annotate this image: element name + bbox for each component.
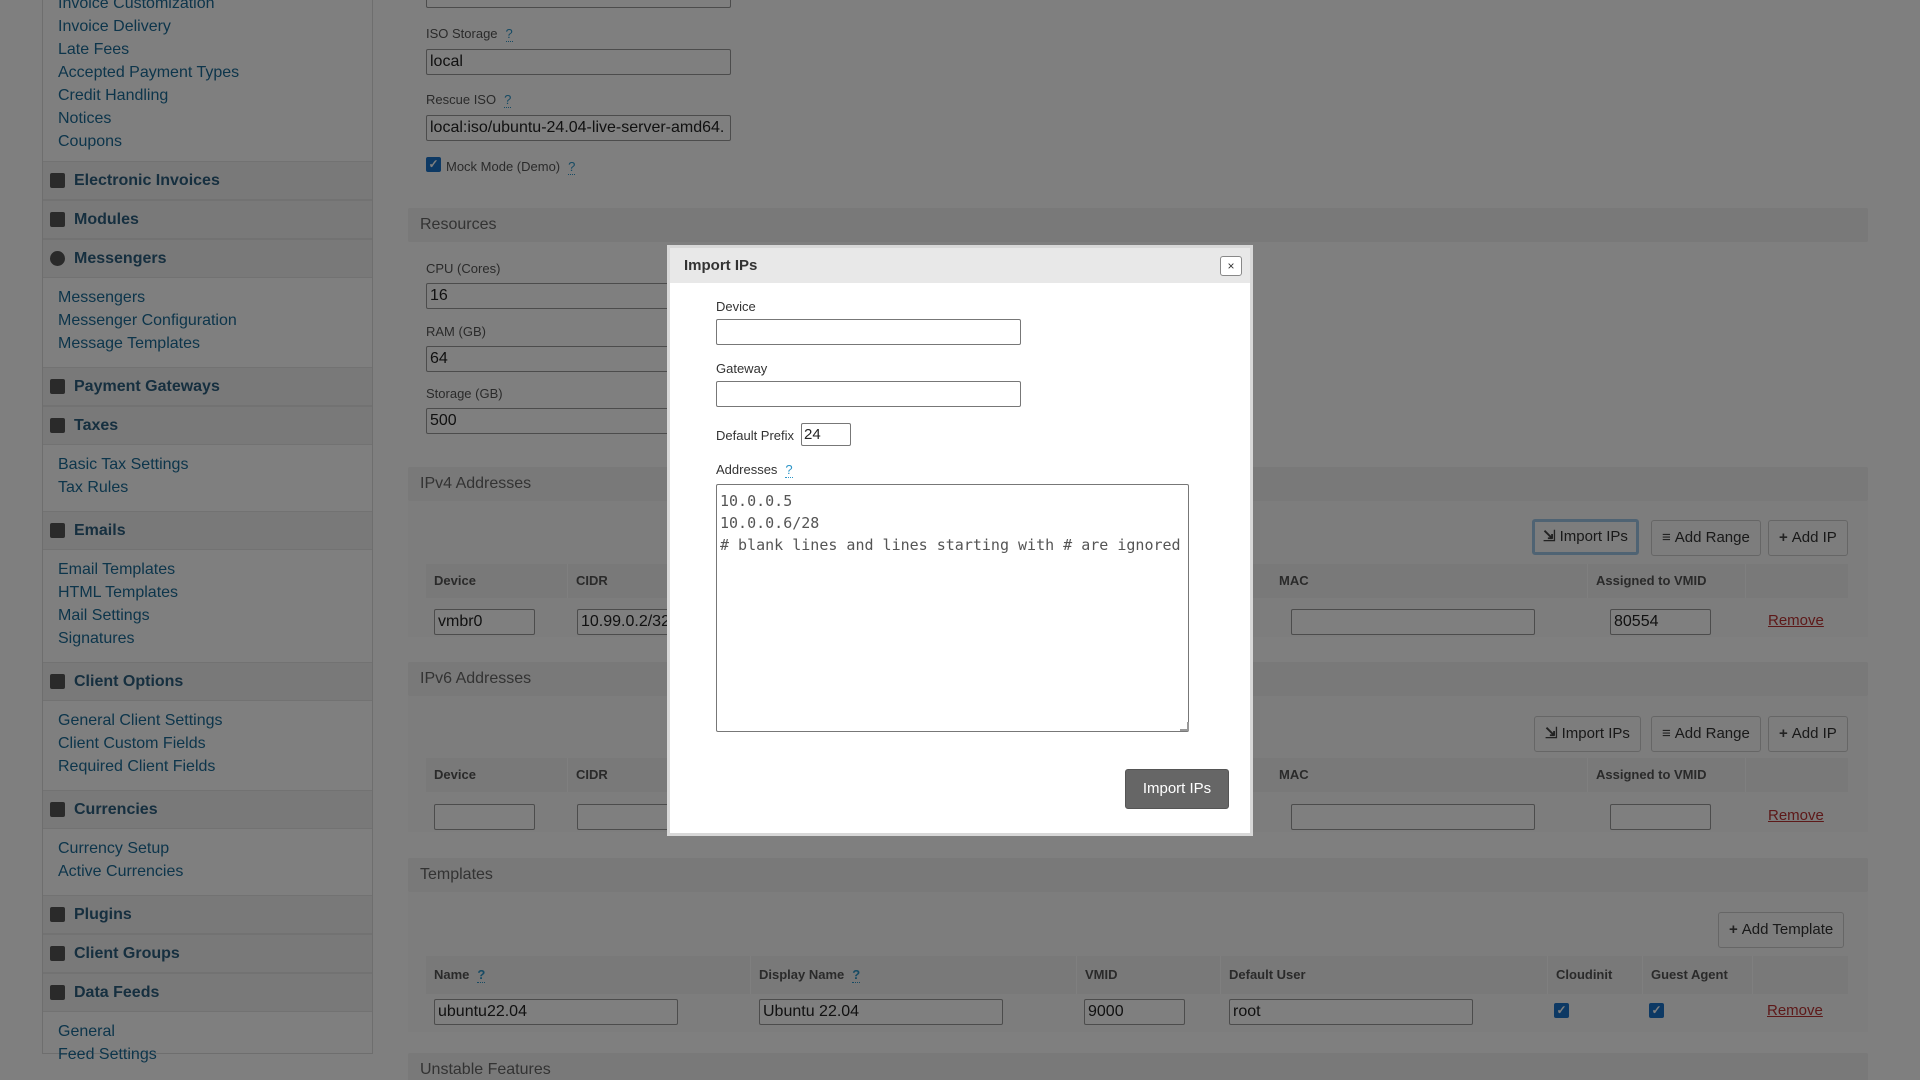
device-input[interactable] — [716, 319, 1021, 345]
resize-grip-icon[interactable] — [1180, 722, 1189, 731]
default-prefix-input[interactable]: 24 — [801, 423, 851, 446]
device-label: Device — [716, 299, 756, 314]
gateway-label: Gateway — [716, 361, 768, 376]
default-prefix-label: Default Prefix — [716, 428, 795, 443]
import-ips-modal: Import IPs × Device Gateway Default Pref… — [667, 245, 1253, 836]
help-icon[interactable]: ? — [785, 462, 793, 478]
close-icon[interactable]: × — [1220, 256, 1242, 276]
gateway-input[interactable] — [716, 381, 1021, 407]
import-ips-submit-button[interactable]: Import IPs — [1125, 769, 1229, 809]
addresses-label: Addresses? — [716, 462, 793, 478]
modal-title: Import IPs — [670, 248, 1250, 283]
addresses-textarea[interactable]: 10.0.0.5 10.0.0.6/28 # blank lines and l… — [716, 484, 1189, 732]
